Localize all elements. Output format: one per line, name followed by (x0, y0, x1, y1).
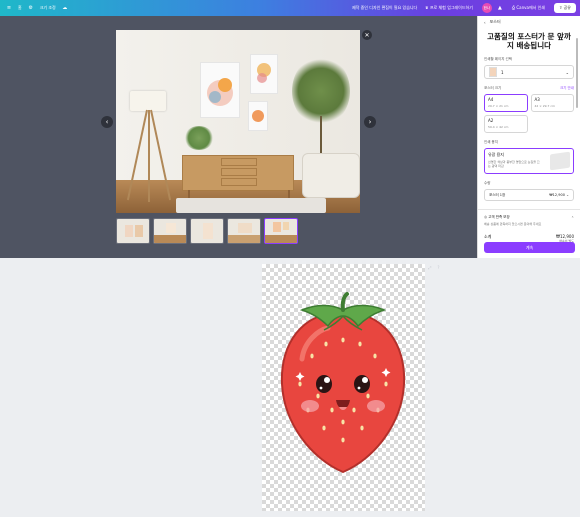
size-options: A4 29.7 × 21 cm A3 42 × 29.7 cm A2 59.4 … (484, 94, 574, 133)
page-select-dropdown[interactable]: 1 ⌄ (484, 65, 574, 79)
continue-button[interactable]: 계속 (484, 242, 575, 253)
subtotal-row: 소계 ₩12,900 배송비 별도 (484, 234, 574, 243)
poster-frame-large (200, 62, 240, 118)
floor-lamp (130, 91, 166, 111)
mockup-thumbnails (116, 218, 298, 244)
thumbnail-5-selected[interactable] (264, 218, 298, 244)
help-icon[interactable]: ? (437, 265, 439, 270)
sideboard-leg (188, 190, 190, 198)
thumbnail-2[interactable] (153, 218, 187, 244)
print-button[interactable]: ⎙ Canva에서 인쇄 (508, 3, 549, 13)
back-arrow-icon[interactable]: ‹ (484, 20, 486, 25)
paper-label: 인쇄 용지 (484, 140, 498, 144)
small-plant (184, 126, 214, 150)
page-thumbnail (489, 67, 497, 77)
panel-title: 고품질의 포스터가 문 앞까지 배송됩니다 (487, 32, 571, 50)
menu-icon[interactable]: ≡ (6, 5, 12, 11)
poster-art (207, 78, 233, 106)
poster-art (257, 63, 271, 83)
quantity-label: 수량 (484, 181, 491, 185)
home-button[interactable]: 홈 (18, 5, 22, 11)
crown-icon: ♛ (425, 5, 429, 10)
settings-icon[interactable]: ⚙ (28, 5, 34, 11)
editor-area: ‹ › ✕ 100% ▦ 1 / 1 ⤢ ? (0, 16, 477, 270)
size-option-a3[interactable]: A3 42 × 29.7 cm (530, 94, 574, 112)
printer-icon: ⎙ (511, 5, 516, 10)
paper-sample-image (550, 151, 570, 171)
armchair (302, 153, 360, 198)
poster-art (252, 110, 264, 122)
close-icon[interactable]: ✕ (362, 30, 372, 40)
drawer (221, 158, 257, 166)
size-label: 포스터 크기 (484, 86, 502, 90)
sideboard (182, 155, 294, 191)
guarantee-row[interactable]: ◎ 고객 만족 보장 ⌃ (478, 210, 580, 220)
upgrade-button[interactable]: ♛ 프로 체험 업그레이드하기 (421, 3, 477, 13)
next-arrow-icon[interactable]: › (364, 116, 376, 128)
drawer (221, 178, 257, 186)
chevron-down-icon: ⌄ (566, 193, 569, 197)
panel-header-label: 포스터 (489, 19, 501, 24)
analytics-icon[interactable]: ▲ (497, 5, 503, 11)
upload-icon: ⇪ (558, 5, 563, 10)
chevron-down-icon: ⌄ (565, 69, 569, 75)
rug (176, 198, 326, 213)
sideboard-leg (288, 190, 290, 198)
thumbnail-1[interactable] (116, 218, 150, 244)
fullscreen-icon[interactable]: ⤢ (428, 265, 431, 270)
chevron-up-icon: ⌃ (571, 215, 574, 220)
document-status-text: 제작 중인 디자인 편집이 필요 있습니다 (352, 5, 418, 10)
poster-frame-top-right (250, 54, 278, 94)
size-label-row: 포스터 크기 크기 안내 (478, 86, 580, 91)
room-mockup-image (116, 30, 360, 213)
page-select-value: 1 (501, 69, 504, 75)
drawer (221, 168, 257, 176)
share-button[interactable]: ⇪ 공유 (553, 3, 576, 13)
design-select-label: 인쇄할 페이지 선택 (484, 57, 512, 61)
poster-frame-small (248, 101, 268, 131)
quantity-select[interactable]: 포스터 1장 ₩12,900 ⌄ (484, 189, 574, 201)
thumbnail-3[interactable] (190, 218, 224, 244)
avatar[interactable]: 한나 (481, 3, 492, 13)
shield-icon: ◎ (484, 215, 488, 219)
thumbnail-4[interactable] (227, 218, 261, 244)
top-bar: ≡ 홈 ⚙ 크기 조정 ☁ 제작 중인 디자인 편집이 필요 있습니다 ♛ 프로… (0, 0, 580, 16)
transparent-artwork-canvas (262, 264, 425, 511)
paper-option-glossy[interactable]: 유광 용지 선명한 색상과 풍부한 명암으로 눈길을 끄는 광택 마감 (484, 148, 574, 174)
size-option-a4[interactable]: A4 29.7 × 21 cm (484, 94, 528, 112)
print-order-panel: ‹ 포스터 고품질의 포스터가 문 앞까지 배송됩니다 인쇄할 페이지 선택 1… (477, 16, 580, 258)
strawberry-illustration (280, 292, 406, 474)
resize-button[interactable]: 크기 조정 (40, 5, 56, 11)
panel-header: ‹ 포스터 (478, 16, 580, 28)
size-guide-link[interactable]: 크기 안내 (560, 86, 574, 91)
previous-arrow-icon[interactable]: ‹ (101, 116, 113, 128)
panel-scrollbar[interactable] (576, 38, 578, 108)
lamp-leg (148, 110, 150, 202)
cloud-sync-icon[interactable]: ☁ (62, 5, 68, 11)
size-option-a2[interactable]: A2 59.4 × 42 cm (484, 115, 528, 133)
